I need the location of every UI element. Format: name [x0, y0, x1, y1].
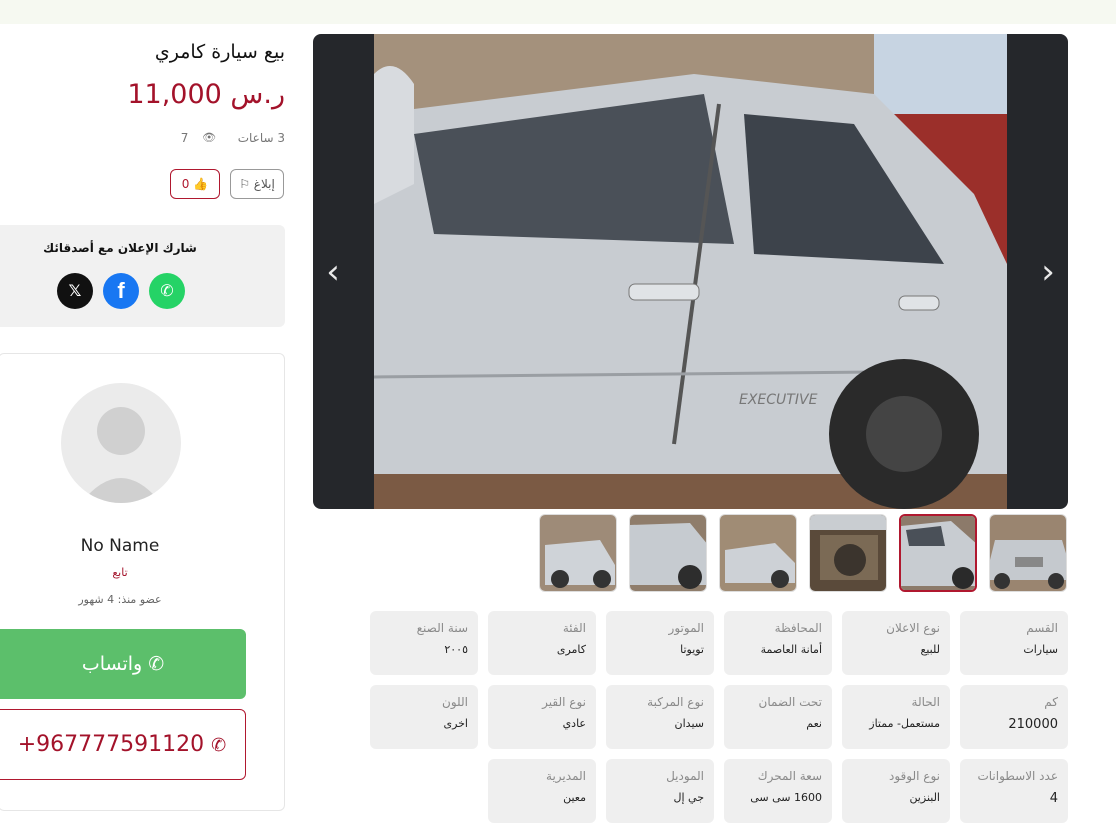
spec-value: معين	[563, 791, 586, 804]
spec-label: القسم	[1026, 621, 1058, 635]
spec-label: سنة الصنع	[416, 621, 468, 635]
spec-value: سيارات	[1023, 643, 1058, 656]
seller-name: No Name	[80, 536, 160, 556]
spec-label: نوع الاعلان	[886, 621, 940, 635]
listing-title: بيع سيارة كامري	[154, 41, 285, 63]
spec-value: أمانة العاصمة	[760, 643, 822, 656]
x-icon: 𝕏	[68, 281, 82, 300]
spec-item: عدد الاسطوانات 4	[960, 759, 1068, 823]
report-label: إبلاغ	[253, 177, 275, 191]
like-button[interactable]: 0 👍	[170, 169, 220, 199]
top-bar	[0, 0, 1116, 24]
spec-item: الفئة كامرى	[488, 611, 596, 675]
spec-label: نوع المركبة	[647, 695, 704, 709]
spec-item: الحالة مستعمل- ممتاز	[842, 685, 950, 749]
spec-label: نوع القير	[542, 695, 586, 709]
spec-value: اخرى	[443, 717, 468, 730]
spec-value: 4	[1049, 791, 1058, 806]
spec-item: نوع الوقود البنزين	[842, 759, 950, 823]
spec-label: كم	[1044, 695, 1058, 709]
spec-label: المديرية	[546, 769, 586, 783]
seller-role: تابع	[112, 566, 128, 579]
spec-item: الموتور تويوتا	[606, 611, 714, 675]
report-button[interactable]: ⚐ إبلاغ	[230, 169, 284, 199]
spec-item: كم 210000	[960, 685, 1068, 749]
spec-value: ٢٠٠٥	[444, 643, 468, 656]
thumbnail[interactable]	[629, 514, 707, 592]
whatsapp-icon: ✆	[148, 653, 165, 675]
time-ago: 3 ساعات	[237, 130, 285, 145]
spec-value: جي إل	[673, 791, 704, 804]
spec-label: نوع الوقود	[889, 769, 940, 783]
spec-item: المديرية معين	[488, 759, 596, 823]
spec-value: تويوتا	[680, 643, 704, 656]
spec-item: اللون اخرى	[370, 685, 478, 749]
likes-count: 0	[181, 177, 190, 191]
spec-label: الفئة	[562, 621, 586, 635]
listing-price: 11,000 ر.س	[127, 79, 285, 110]
spec-item: المحافظة أمانة العاصمة	[724, 611, 832, 675]
phone-number: +967777591120	[17, 732, 205, 757]
spec-label: الموديل	[666, 769, 704, 783]
whatsapp-share-button[interactable]: ✆	[149, 273, 185, 309]
spec-value: 1600 سى سى	[750, 791, 822, 804]
main-photo[interactable]: EXECUTIVE	[374, 34, 1007, 509]
thumbnail[interactable]	[809, 514, 887, 592]
spec-item: تحت الضمان نعم	[724, 685, 832, 749]
spec-value: للبيع	[920, 643, 941, 656]
thumbs-up-icon: 👍	[193, 177, 209, 191]
spec-value: عادي	[562, 717, 586, 730]
spec-value: كامرى	[556, 643, 586, 656]
spec-value: سيدان	[674, 717, 704, 730]
chevron-left-icon: ‹	[326, 252, 340, 292]
member-since: عضو منذ: 4 شهور	[78, 593, 162, 606]
svg-text:EXECUTIVE: EXECUTIVE	[739, 392, 818, 408]
share-heading: شارك الإعلان مع أصدقائك	[43, 241, 197, 255]
spec-item: نوع الاعلان للبيع	[842, 611, 950, 675]
spec-value: البنزين	[909, 791, 940, 804]
spec-item: نوع المركبة سيدان	[606, 685, 714, 749]
views-count: 7	[180, 130, 189, 145]
spec-label: الحالة	[911, 695, 940, 709]
spec-value: مستعمل- ممتاز	[869, 717, 940, 730]
thumbnail-active[interactable]	[899, 514, 977, 592]
spec-label: تحت الضمان	[758, 695, 823, 709]
thumbnail[interactable]	[539, 514, 617, 592]
whatsapp-icon: ✆	[160, 281, 174, 300]
phone-icon: ✆	[211, 735, 227, 756]
phone-contact-button[interactable]: +967777591120 ✆	[0, 709, 246, 780]
x-share-button[interactable]: 𝕏	[57, 273, 93, 309]
listing-meta: 3 ساعات 👁 7	[181, 130, 285, 145]
flag-icon: ⚐	[239, 177, 250, 191]
whatsapp-contact-button[interactable]: واتساب ✆	[0, 629, 246, 699]
spec-item: نوع القير عادي	[488, 685, 596, 749]
avatar	[61, 383, 181, 503]
spec-item: سعة المحرك 1600 سى سى	[724, 759, 832, 823]
spec-item: الموديل جي إل	[606, 759, 714, 823]
spec-label: اللون	[442, 695, 468, 709]
spec-label: سعة المحرك	[757, 769, 822, 783]
spec-label: عدد الاسطوانات	[977, 769, 1058, 783]
eye-icon: 👁	[202, 131, 217, 144]
gallery-prev-button[interactable]: ‹	[315, 254, 351, 290]
spec-item: سنة الصنع ٢٠٠٥	[370, 611, 478, 675]
spec-value: نعم	[806, 717, 822, 730]
facebook-icon: f	[117, 278, 125, 303]
thumbnail-strip	[539, 514, 1068, 594]
chevron-right-icon: ›	[1041, 252, 1055, 292]
spec-item: القسم سيارات	[960, 611, 1068, 675]
spec-label: المحافظة	[774, 621, 822, 635]
thumbnail[interactable]	[719, 514, 797, 592]
spec-value: 210000	[1008, 717, 1058, 732]
whatsapp-label: واتساب	[81, 653, 143, 675]
spec-label: الموتور	[668, 621, 704, 635]
thumbnail[interactable]	[989, 514, 1067, 592]
photo-gallery: EXECUTIVE ‹ ›	[313, 34, 1068, 509]
facebook-share-button[interactable]: f	[103, 273, 139, 309]
share-panel: شارك الإعلان مع أصدقائك 𝕏 f ✆	[0, 225, 285, 327]
gallery-next-button[interactable]: ›	[1030, 254, 1066, 290]
